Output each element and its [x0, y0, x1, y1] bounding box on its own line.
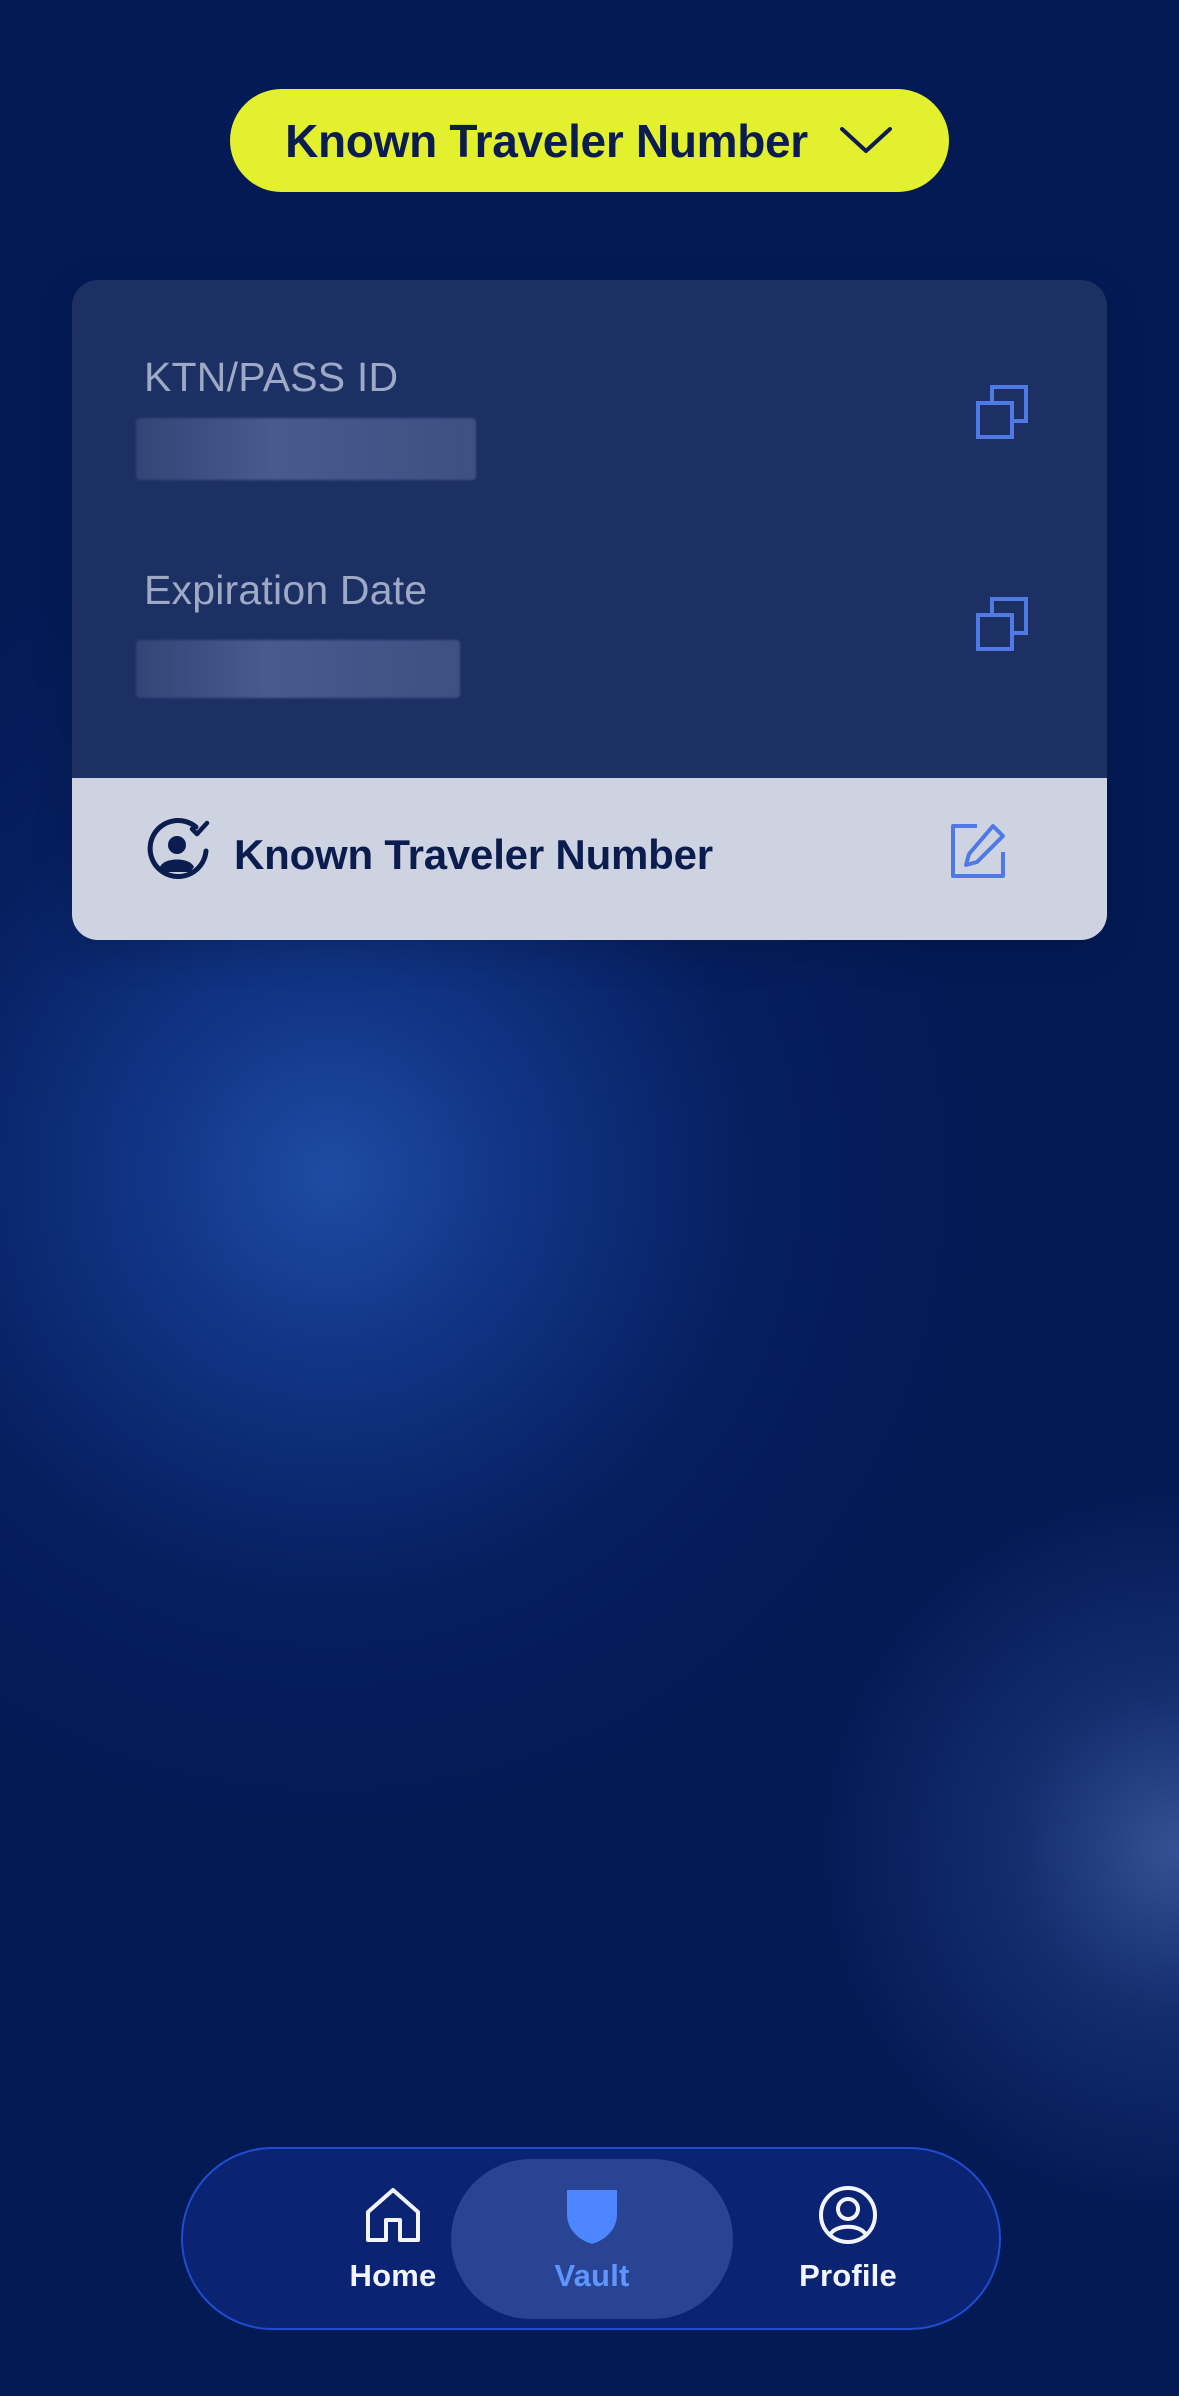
copy-icon [976, 385, 1028, 439]
document-type-label: Known Traveler Number [285, 114, 808, 167]
ktn-card: KTN/PASS ID Expiration Date Known Travel… [72, 280, 1107, 940]
card-title: Known Traveler Number [234, 831, 713, 878]
ktn-pass-id-label: KTN/PASS ID [144, 354, 399, 400]
nav-profile-label: Profile [799, 2257, 897, 2293]
shield-icon [567, 2190, 617, 2244]
card-footer: Known Traveler Number [72, 778, 1107, 940]
user-circle-icon [819, 2185, 877, 2244]
ktn-pass-id-redacted-value [136, 418, 476, 480]
nav-home-label: Home [349, 2257, 437, 2293]
verified-user-icon [147, 818, 210, 879]
nav-vault[interactable]: Vault [451, 2159, 733, 2319]
document-type-dropdown[interactable]: Known Traveler Number [230, 89, 949, 192]
copy-expiration-button[interactable] [969, 592, 1035, 658]
chevron-down-icon [839, 126, 892, 153]
expiration-date-field: Expiration Date [136, 565, 1035, 715]
nav-vault-label: Vault [554, 2258, 630, 2293]
expiration-date-redacted-value [136, 640, 460, 698]
edit-icon[interactable] [947, 820, 1009, 882]
ktn-pass-id-field: KTN/PASS ID [136, 352, 1035, 502]
nav-profile[interactable]: Profile [723, 2149, 973, 2328]
copy-ktn-button[interactable] [969, 380, 1035, 446]
expiration-date-label: Expiration Date [144, 567, 428, 613]
home-icon [366, 2187, 420, 2242]
copy-icon [976, 597, 1028, 651]
bottom-navigation: Home Vault Profile [181, 2147, 1001, 2330]
